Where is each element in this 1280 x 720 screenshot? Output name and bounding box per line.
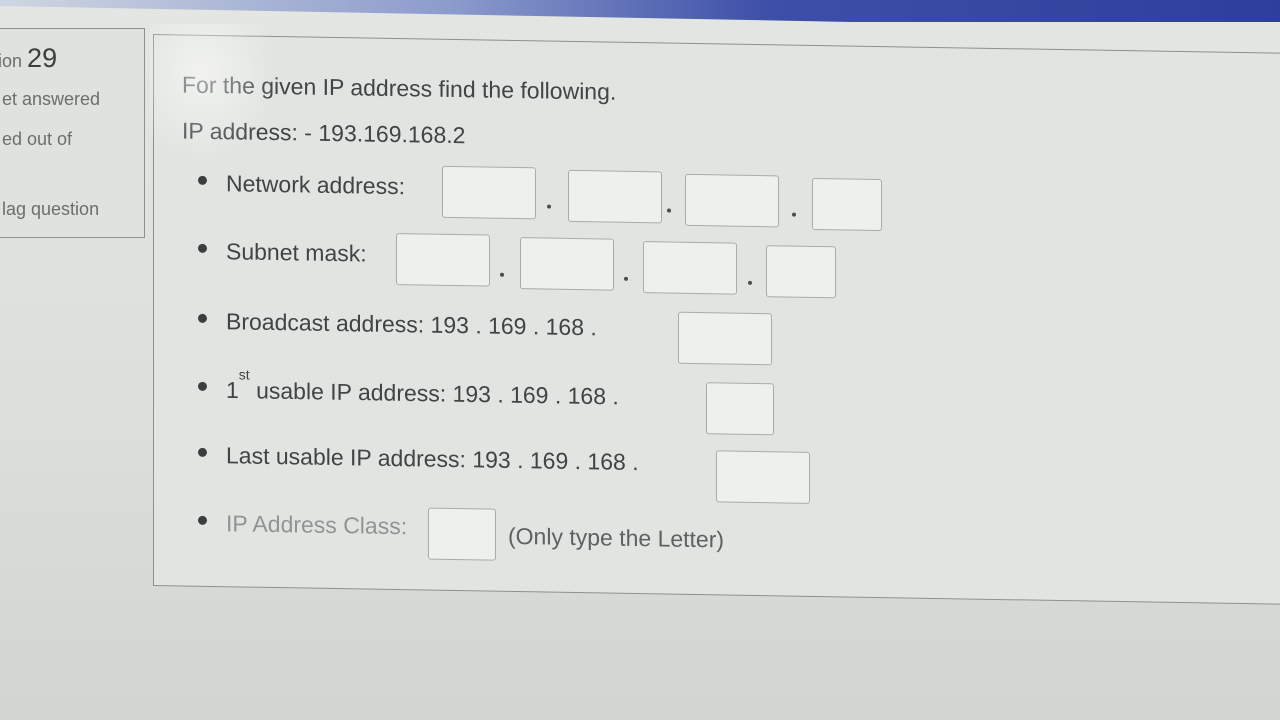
octet-separator — [500, 272, 504, 277]
question-number: ion 29 — [0, 43, 57, 74]
network-octet-3-input[interactable] — [685, 173, 779, 228]
first-usable-text: usable IP address: 193 . 169 . 168 . — [256, 377, 619, 410]
question-number-value: 29 — [27, 43, 58, 73]
question-prefix: ion — [0, 51, 23, 71]
broadcast-address-label: Broadcast address: 193 . 169 . 168 . — [226, 308, 597, 341]
question-info-panel: ion 29 et answered ed out of lag questio… — [0, 28, 145, 238]
first-usable-number: 1 — [226, 376, 239, 404]
ip-class-input[interactable] — [428, 507, 496, 561]
network-octet-1-input[interactable] — [442, 165, 536, 220]
network-octet-4-input[interactable] — [812, 177, 882, 232]
broadcast-octet-4-input[interactable] — [678, 311, 772, 366]
question-content-panel: For the given IP address find the follow… — [153, 34, 1280, 605]
bullet — [198, 243, 207, 253]
ip-address-line: IP address: - 193.169.168.2 — [182, 117, 466, 149]
last-usable-label: Last usable IP address: 193 . 169 . 168 … — [226, 442, 639, 476]
octet-separator — [792, 212, 796, 217]
bullet — [198, 447, 207, 457]
octet-separator — [748, 280, 752, 285]
first-usable-label: 1st usable IP address: 193 . 169 . 168 . — [226, 366, 619, 410]
octet-separator — [547, 204, 551, 209]
answer-status: et answered — [2, 89, 101, 109]
flag-question-link[interactable]: lag question — [2, 199, 99, 220]
network-octet-2-input[interactable] — [568, 169, 662, 224]
subnet-octet-4-input[interactable] — [766, 245, 836, 299]
ip-class-hint: (Only type the Letter) — [508, 522, 725, 553]
first-usable-octet-4-input[interactable] — [706, 382, 774, 436]
ip-class-label: IP Address Class: — [226, 510, 408, 540]
last-usable-octet-4-input[interactable] — [716, 450, 810, 504]
bullet — [198, 515, 207, 525]
octet-separator — [624, 276, 628, 281]
subnet-octet-1-input[interactable] — [396, 233, 490, 287]
bullet — [198, 381, 207, 391]
subnet-octet-3-input[interactable] — [643, 241, 737, 295]
marks-info: ed out of — [2, 129, 73, 149]
subnet-octet-2-input[interactable] — [520, 237, 614, 291]
octet-separator — [667, 208, 671, 213]
bullet — [198, 175, 207, 185]
first-usable-suffix: st — [238, 366, 250, 383]
question-intro: For the given IP address find the follow… — [182, 71, 617, 105]
subnet-mask-label: Subnet mask: — [226, 238, 367, 267]
network-address-label: Network address: — [226, 170, 405, 200]
top-header-bar — [0, 0, 1280, 22]
bullet — [198, 313, 207, 323]
